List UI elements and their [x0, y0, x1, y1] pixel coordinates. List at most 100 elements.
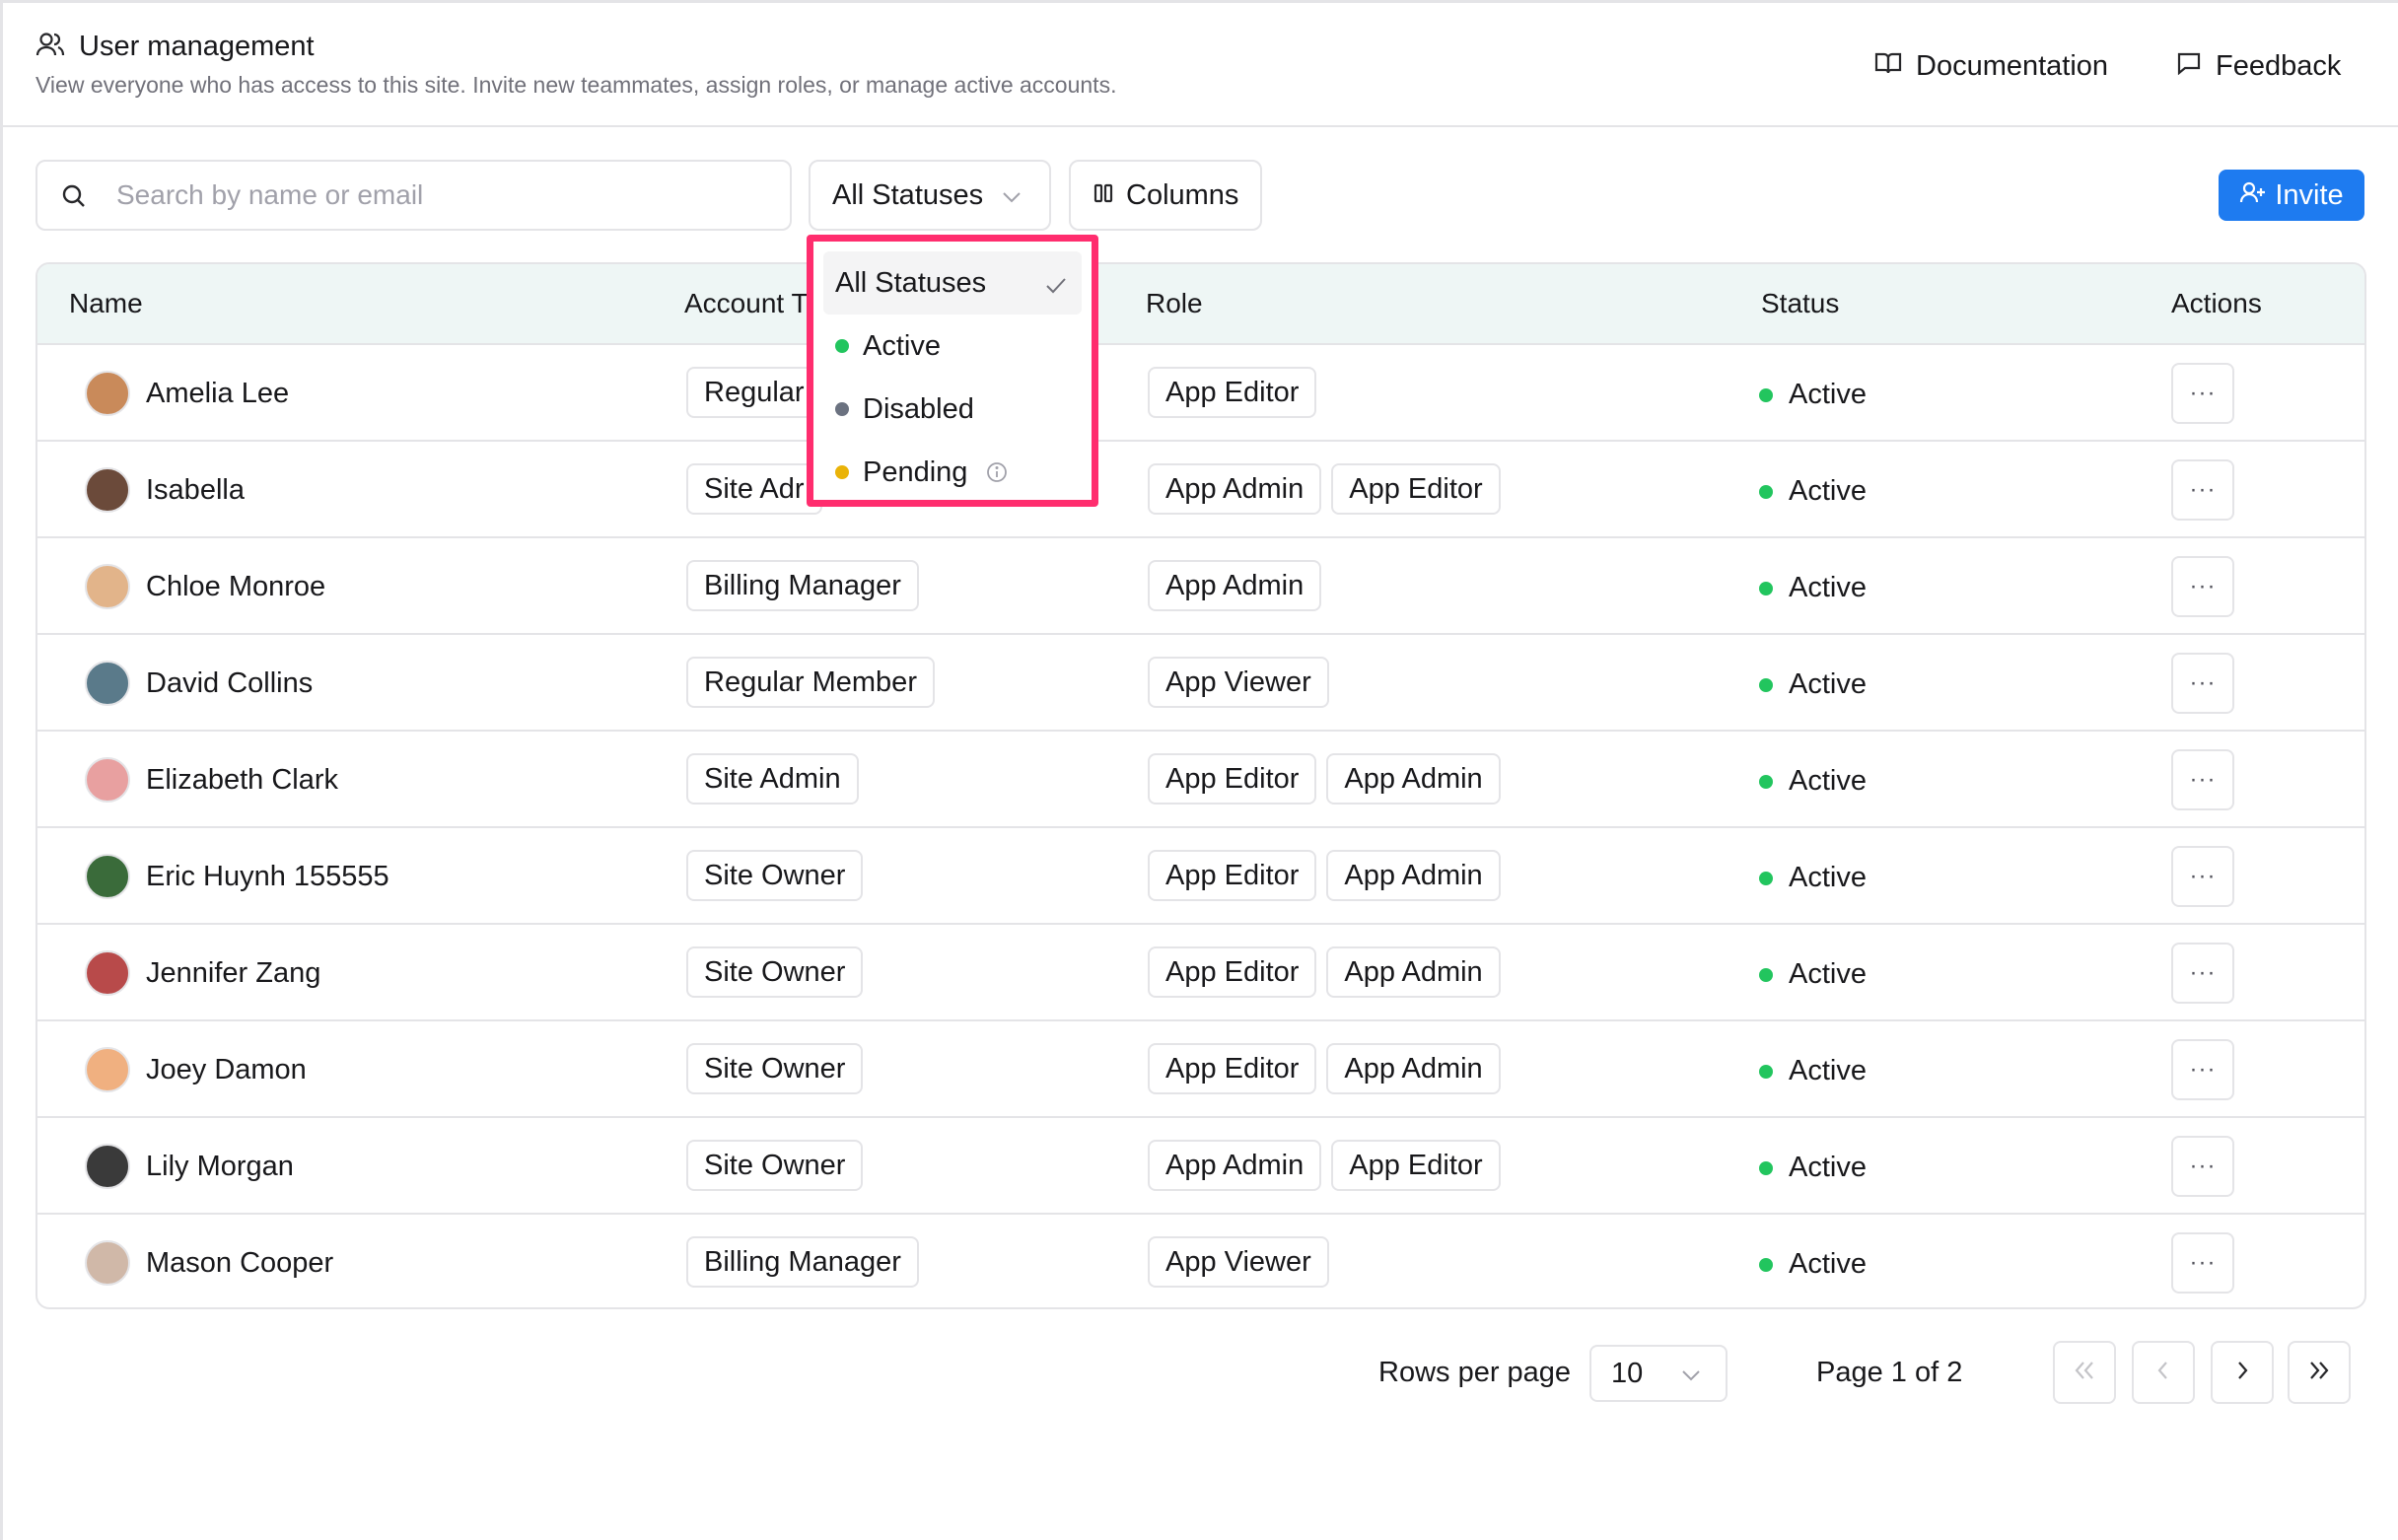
user-name: David Collins — [146, 666, 314, 699]
users-table: Name Account T Role Status Actions Ameli… — [35, 262, 2366, 1309]
role-chip: App Viewer — [1148, 657, 1329, 708]
table-row[interactable]: Elizabeth Clark Site Admin App Editor App… — [37, 732, 2364, 828]
status-label: Active — [1789, 1248, 1867, 1280]
status-dot — [1759, 871, 1773, 885]
more-horizontal-icon: ··· — [2189, 380, 2217, 406]
user-name: Amelia Lee — [146, 377, 290, 409]
role-chip: App Editor — [1148, 946, 1317, 998]
row-actions-button[interactable]: ··· — [2171, 1039, 2234, 1100]
role-chip: App Admin — [1148, 1140, 1322, 1191]
column-header-actions: Actions — [2171, 288, 2262, 318]
role-chip: App Editor — [1331, 1140, 1501, 1191]
avatar — [85, 1047, 130, 1092]
status-dot — [835, 465, 849, 479]
role-cell: App Editor — [1148, 367, 1317, 418]
avatar — [85, 1144, 130, 1189]
account-type-cell: Site Owner — [686, 1140, 864, 1191]
table-row[interactable]: Mason Cooper Billing Manager App Viewer … — [37, 1215, 2364, 1307]
status-option-label: All Statuses — [835, 266, 987, 299]
table-row[interactable]: Jennifer Zang Site Owner App Editor App A… — [37, 925, 2364, 1021]
status-option-disabled[interactable]: Disabled — [823, 378, 1082, 441]
user-name: Mason Cooper — [146, 1246, 334, 1279]
account-type-chip: Site Owner — [686, 850, 864, 901]
role-chip: App Editor — [1148, 367, 1317, 418]
table-row[interactable]: Joey Damon Site Owner App Editor App Admi… — [37, 1021, 2364, 1118]
row-actions-button[interactable]: ··· — [2171, 459, 2234, 521]
search-box[interactable] — [35, 160, 792, 231]
columns-icon — [1093, 179, 1114, 212]
more-horizontal-icon: ··· — [2189, 573, 2217, 599]
info-icon[interactable] — [985, 460, 1009, 484]
user-name: Isabella — [146, 473, 245, 506]
row-actions-button[interactable]: ··· — [2171, 556, 2234, 617]
status-option-pending[interactable]: Pending — [823, 441, 1082, 504]
row-actions-button[interactable]: ··· — [2171, 943, 2234, 1004]
role-cell: App Editor App Admin — [1148, 946, 1501, 998]
status-label: Active — [1789, 379, 1867, 410]
role-chip: App Editor — [1148, 1043, 1317, 1094]
invite-button[interactable]: Invite — [2219, 170, 2364, 221]
last-page-button[interactable] — [2288, 1341, 2351, 1404]
check-icon — [1044, 271, 1068, 304]
account-type-cell: Site Adr — [686, 463, 822, 515]
row-actions-button[interactable]: ··· — [2171, 1136, 2234, 1197]
column-header-account[interactable]: Account T — [684, 288, 809, 319]
row-actions-button[interactable]: ··· — [2171, 1232, 2234, 1294]
search-icon — [61, 183, 87, 214]
user-name: Chloe Monroe — [146, 570, 326, 602]
feedback-link[interactable]: Feedback — [2176, 50, 2341, 83]
page-subtitle: View everyone who has access to this sit… — [35, 72, 1117, 98]
next-page-button[interactable] — [2211, 1341, 2274, 1404]
table-row[interactable]: Isabella Site Adr App Admin App Editor Ac… — [37, 442, 2364, 538]
status-cell: Active — [1759, 765, 1867, 798]
table-row[interactable]: Eric Huynh 155555 Site Owner App Editor A… — [37, 828, 2364, 925]
column-header-role[interactable]: Role — [1146, 288, 1203, 319]
users-icon — [35, 32, 65, 62]
row-actions-button[interactable]: ··· — [2171, 363, 2234, 424]
page-header: User management View everyone who has ac… — [3, 3, 2398, 127]
status-option-all-statuses[interactable]: All Statuses — [823, 251, 1082, 315]
status-dot — [1759, 967, 1773, 982]
table-row[interactable]: Chloe Monroe Billing Manager App Admin A… — [37, 538, 2364, 635]
column-header-status[interactable]: Status — [1761, 288, 1839, 319]
rows-per-page-select[interactable]: 10 — [1589, 1345, 1728, 1402]
role-chip: App Admin — [1148, 463, 1322, 515]
column-header-name[interactable]: Name — [69, 288, 143, 319]
status-option-active[interactable]: Active — [823, 315, 1082, 378]
status-dot — [1759, 387, 1773, 402]
book-icon — [1874, 50, 1902, 83]
status-label: Active — [1789, 475, 1867, 507]
previous-page-button[interactable] — [2132, 1341, 2195, 1404]
account-type-chip: Site Admin — [686, 753, 859, 805]
status-label: Active — [1789, 765, 1867, 797]
table-row[interactable]: Lily Morgan Site Owner App Admin App Edit… — [37, 1118, 2364, 1215]
page-indicator: Page 1 of 2 — [1816, 1357, 1963, 1388]
avatar — [85, 950, 130, 996]
avatar — [85, 661, 130, 706]
title-row: User management — [35, 31, 315, 63]
row-actions-button[interactable]: ··· — [2171, 846, 2234, 907]
status-cell: Active — [1759, 862, 1867, 894]
row-actions-button[interactable]: ··· — [2171, 653, 2234, 714]
status-dropdown-list: All Statuses Active Disabled Pending — [823, 251, 1082, 504]
user-name-cell: Eric Huynh 155555 — [85, 854, 389, 899]
status-filter-select[interactable]: All Statuses — [809, 160, 1051, 231]
status-dot — [1759, 581, 1773, 595]
user-name: Jennifer Zang — [146, 956, 321, 989]
table-row[interactable]: Amelia Lee Regular App Editor Active ··· — [37, 345, 2364, 442]
role-cell: App Viewer — [1148, 657, 1329, 708]
columns-button[interactable]: Columns — [1069, 160, 1262, 231]
status-label: Active — [1789, 862, 1867, 893]
first-page-button[interactable] — [2053, 1341, 2116, 1404]
more-horizontal-icon: ··· — [2189, 476, 2217, 503]
search-input[interactable] — [116, 172, 767, 219]
documentation-link[interactable]: Documentation — [1874, 50, 2108, 83]
row-actions-button[interactable]: ··· — [2171, 749, 2234, 810]
account-type-cell: Billing Manager — [686, 1236, 919, 1288]
avatar — [85, 854, 130, 899]
table-row[interactable]: David Collins Regular Member App Viewer … — [37, 635, 2364, 732]
status-cell: Active — [1759, 379, 1867, 411]
user-name-cell: Elizabeth Clark — [85, 757, 338, 803]
status-dot — [835, 402, 849, 416]
page-title: User management — [79, 31, 315, 62]
